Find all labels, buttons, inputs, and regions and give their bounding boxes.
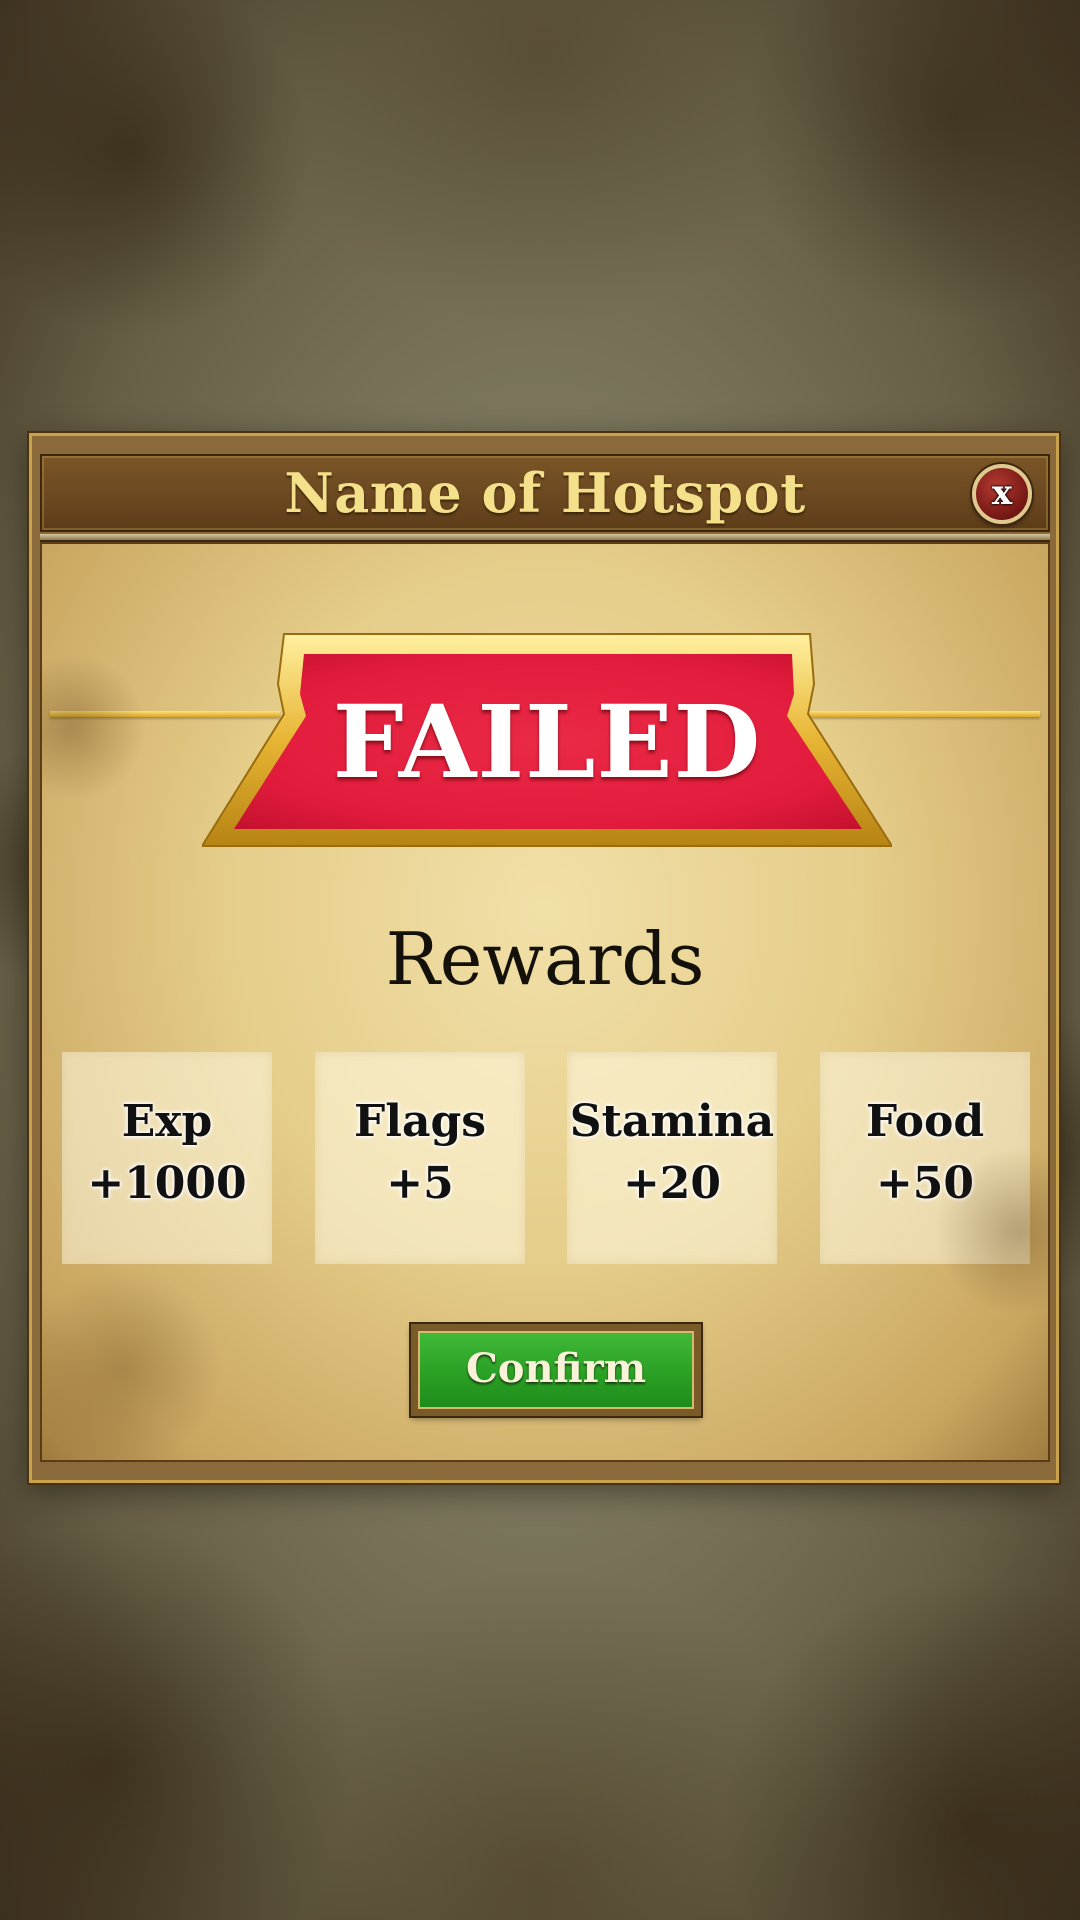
rewards-list: Exp +1000 Flags +5 Stamina +20 Food +50 <box>62 1052 1032 1264</box>
rewards-heading: Rewards <box>385 917 705 1001</box>
reward-card-flags: Flags +5 <box>315 1052 525 1264</box>
reward-value: +1000 <box>87 1158 247 1209</box>
reward-card-exp: Exp +1000 <box>62 1052 272 1264</box>
reward-value: +50 <box>875 1158 975 1209</box>
result-banner: FAILED <box>202 624 892 854</box>
confirm-button[interactable]: Confirm <box>409 1322 703 1418</box>
title-divider <box>40 534 1050 542</box>
reward-label: Stamina <box>569 1096 775 1147</box>
dialog-title: Name of Hotspot <box>284 461 806 525</box>
confirm-label: Confirm <box>465 1345 647 1392</box>
result-label: FAILED <box>332 683 762 801</box>
reward-value: +5 <box>386 1158 454 1209</box>
reward-value: +20 <box>622 1158 722 1209</box>
dialog-content: FAILED Rewards Exp +1000 Flags +5 Stamin… <box>40 542 1050 1462</box>
close-icon: x <box>991 473 1013 513</box>
dialog-title-bar: Name of Hotspot x <box>40 454 1050 532</box>
reward-label: Flags <box>354 1096 486 1147</box>
reward-card-stamina: Stamina +20 <box>567 1052 777 1264</box>
close-button[interactable]: x <box>972 464 1032 524</box>
reward-card-food: Food +50 <box>820 1052 1030 1264</box>
reward-label: Food <box>865 1096 985 1147</box>
hotspot-dialog: Name of Hotspot x FAILED Rewards Exp +10… <box>29 433 1059 1483</box>
reward-label: Exp <box>121 1096 213 1147</box>
